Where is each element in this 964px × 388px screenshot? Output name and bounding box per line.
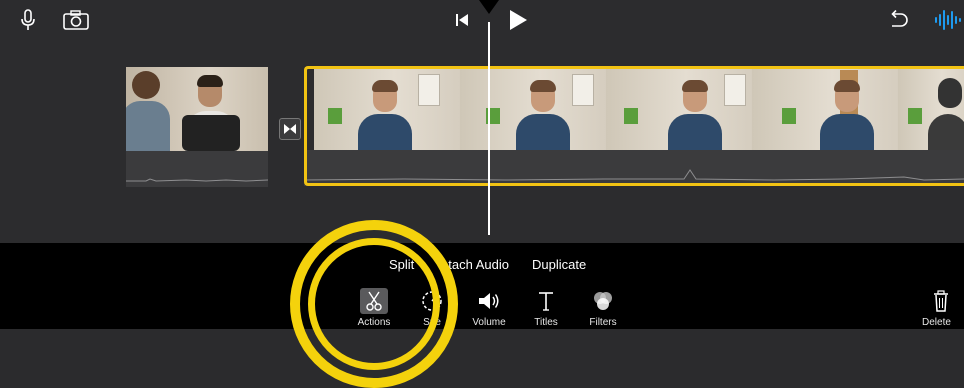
trash-icon (918, 288, 964, 314)
tab-volume[interactable]: Volume (461, 288, 517, 328)
video-clip[interactable] (126, 67, 268, 187)
duplicate-button[interactable]: Duplicate (532, 257, 586, 272)
delete-button[interactable]: Delete (918, 288, 964, 328)
undo-icon[interactable] (886, 8, 910, 32)
tab-label: Volume (472, 317, 506, 328)
playhead-marker (479, 0, 499, 14)
tab-titles[interactable]: Titles (518, 288, 574, 328)
tab-actions[interactable]: Actions (346, 288, 402, 328)
play-icon[interactable] (506, 8, 530, 32)
clip-thumbnails (314, 66, 964, 150)
tab-label: Filters (589, 317, 617, 328)
tab-label: Spe (423, 317, 441, 328)
actions-menu: Split etach Audio Duplicate (0, 257, 964, 275)
speedometer-icon (404, 288, 460, 314)
microphone-icon[interactable] (16, 8, 40, 32)
transition-icon[interactable] (279, 118, 301, 140)
video-clip-selected[interactable] (304, 66, 964, 186)
audio-waveform (304, 150, 964, 186)
detach-audio-button[interactable]: etach Audio (441, 257, 509, 272)
clip-thumbnail (126, 67, 268, 151)
playhead[interactable] (488, 22, 490, 235)
tab-speed[interactable]: Spe (404, 288, 460, 328)
tab-filters[interactable]: Filters (575, 288, 631, 328)
timeline-area (0, 0, 964, 243)
filters-icon (575, 288, 631, 314)
text-icon (518, 288, 574, 314)
camera-icon[interactable] (62, 8, 90, 32)
split-button[interactable]: Split (389, 257, 414, 272)
audio-waveform-icon[interactable] (934, 8, 962, 32)
skip-to-start-icon[interactable] (450, 8, 474, 32)
speaker-icon (461, 288, 517, 314)
tab-label: Delete (922, 317, 951, 328)
tab-label: Titles (534, 317, 558, 328)
audio-waveform (126, 151, 268, 187)
tab-label: Actions (357, 317, 391, 328)
scissors-icon (360, 288, 388, 314)
